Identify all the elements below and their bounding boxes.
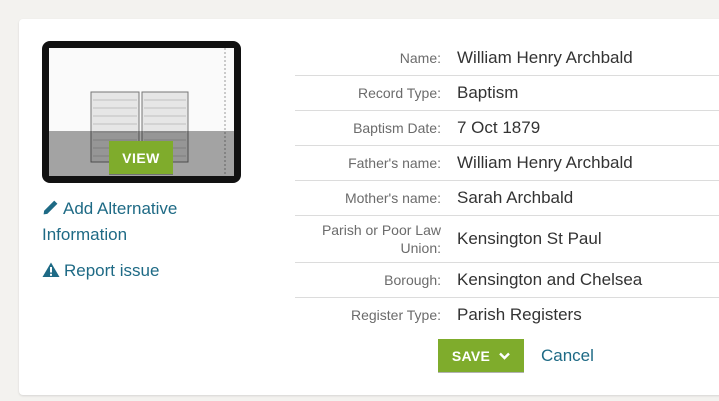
save-button[interactable]: SAVE <box>438 339 524 372</box>
detail-label: Name: <box>399 50 441 66</box>
detail-label: Record Type: <box>357 85 441 101</box>
detail-label: Borough: <box>384 272 441 288</box>
detail-value: Parish Registers <box>457 305 582 324</box>
report-issue-label: Report issue <box>64 261 160 280</box>
record-image-thumbnail[interactable]: VIEW <box>42 41 241 183</box>
record-card: VIEW Add Alternative Information Report … <box>19 19 719 395</box>
detail-label: Father's name: <box>348 155 441 171</box>
detail-row-mother: Mother's name: Sarah Archbald <box>295 181 719 216</box>
detail-value: William Henry Archbald <box>457 48 633 67</box>
detail-row-parish: Parish or Poor Law Union: Kensington St … <box>295 216 719 263</box>
warning-icon <box>42 262 60 277</box>
cancel-link[interactable]: Cancel <box>541 346 594 366</box>
chevron-down-icon <box>499 352 510 360</box>
detail-row-name: Name: William Henry Archbald <box>295 41 719 76</box>
detail-value: Sarah Archbald <box>457 188 574 207</box>
pencil-icon <box>43 200 58 215</box>
detail-value: 7 Oct 1879 <box>457 118 541 137</box>
report-issue-link[interactable]: Report issue <box>42 258 159 284</box>
detail-label: Parish or Poor Law Union: <box>321 222 441 256</box>
detail-value: Baptism <box>457 83 519 102</box>
add-alternative-info-link[interactable]: Add Alternative Information <box>42 196 232 248</box>
detail-row-baptism-date: Baptism Date: 7 Oct 1879 <box>295 111 719 146</box>
view-button[interactable]: VIEW <box>109 141 173 174</box>
detail-value: William Henry Archbald <box>457 153 633 172</box>
detail-label: Register Type: <box>350 307 441 323</box>
add-alternative-info-label: Add Alternative Information <box>42 199 178 244</box>
detail-row-register-type: Register Type: Parish Registers <box>295 298 719 332</box>
detail-row-record-type: Record Type: Baptism <box>295 76 719 111</box>
record-details: Name: William Henry Archbald Record Type… <box>295 41 719 332</box>
save-label: SAVE <box>451 347 491 364</box>
detail-value: Kensington St Paul <box>457 229 602 248</box>
form-actions: SAVE Cancel <box>438 339 594 372</box>
detail-label: Baptism Date: <box>353 120 441 136</box>
detail-value: Kensington and Chelsea <box>457 270 643 289</box>
detail-label: Mother's name: <box>344 190 441 206</box>
detail-row-father: Father's name: William Henry Archbald <box>295 146 719 181</box>
detail-row-borough: Borough: Kensington and Chelsea <box>295 263 719 298</box>
